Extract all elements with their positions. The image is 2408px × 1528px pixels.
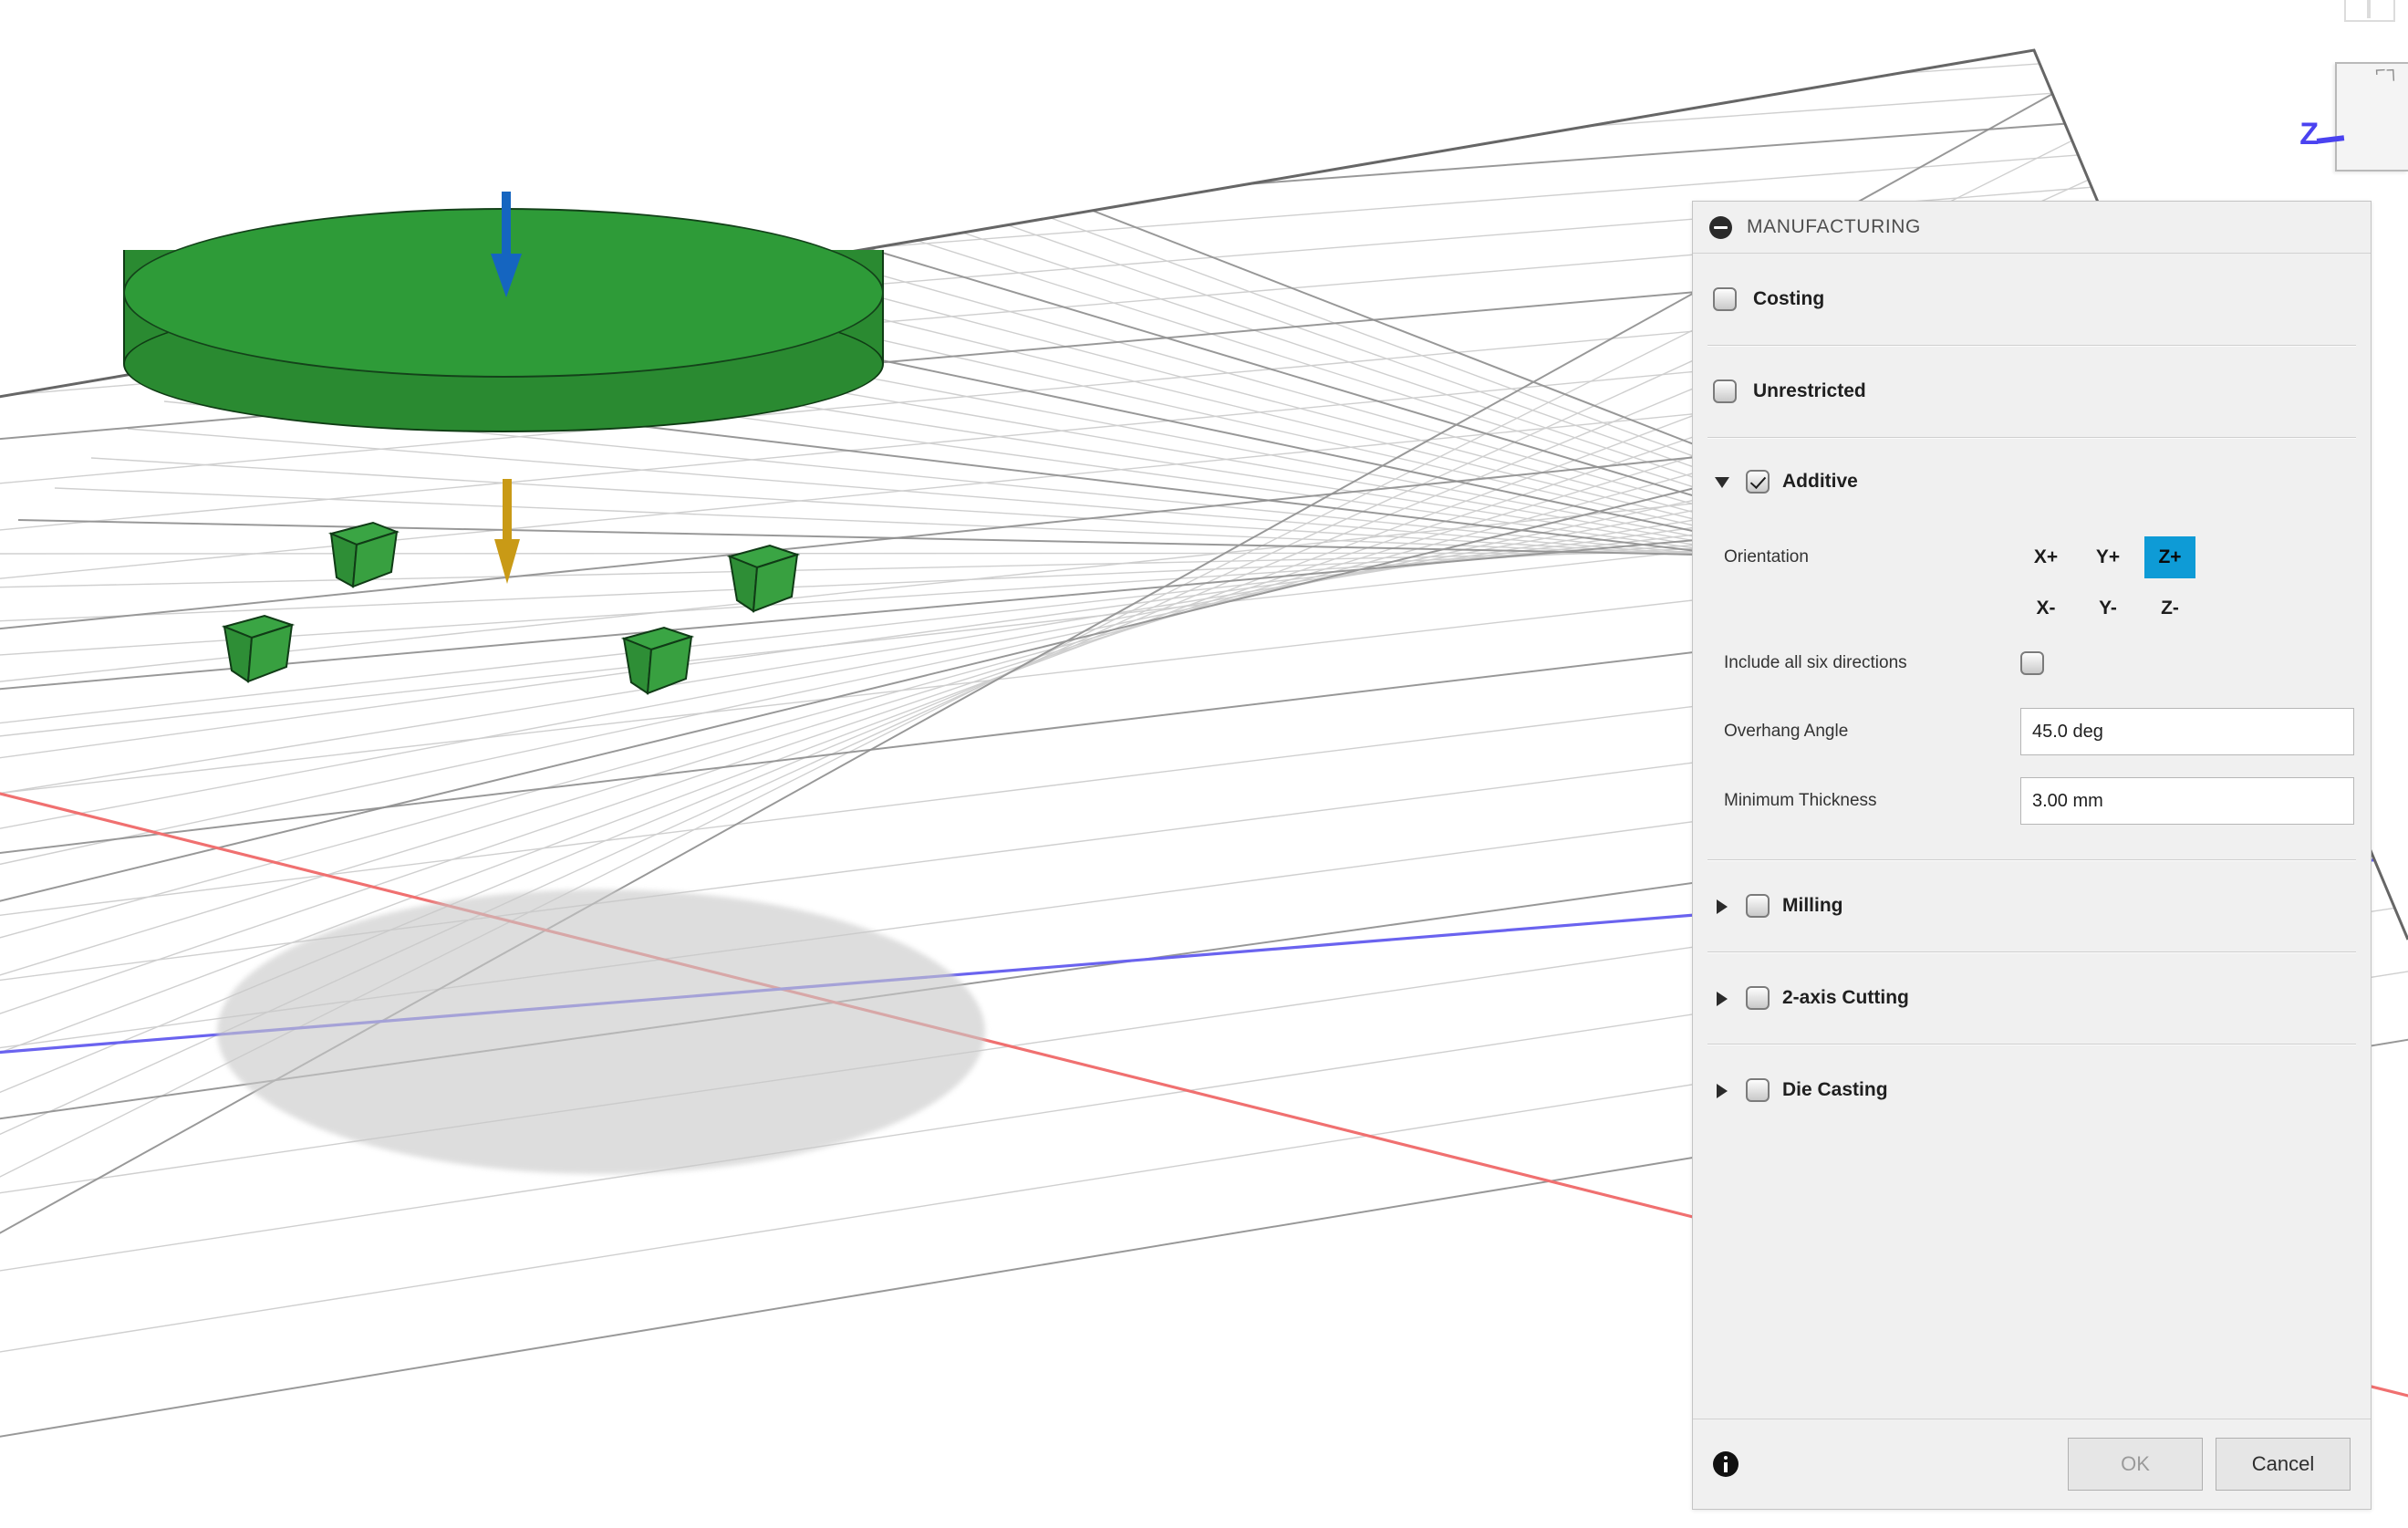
page-title: MANUFACTURING [1747,216,1921,237]
include-all-directions-label: Include all six directions [1724,653,1907,672]
window-control-stub [2344,0,2395,22]
section-additive[interactable]: Additive [1693,438,2371,525]
chevron-right-icon[interactable] [1713,988,1733,1008]
blue-direction-arrow[interactable] [486,192,526,301]
panel-body: Costing Unrestricted Additive Orientatio… [1693,254,2371,1419]
axis-z-label: Z [2299,117,2319,151]
orientation-button-z-plus[interactable]: Z+ [2144,536,2195,578]
section-costing[interactable]: Costing [1693,254,2371,345]
green-box-front-left[interactable] [217,607,304,693]
checkbox-die-casting[interactable] [1746,1078,1770,1102]
orientation-button-x-minus[interactable]: X- [2020,587,2071,629]
orientation-button-y-minus[interactable]: Y- [2082,587,2133,629]
row-orientation: Orientation X+ Y+ Z+ X- Y- Z- [1693,525,2371,629]
section-2axis-cutting[interactable]: 2-axis Cutting [1693,952,2371,1044]
chevron-right-icon[interactable] [1713,1080,1733,1100]
row-minimum-thickness: Minimum Thickness 3.00 mm [1693,766,2371,836]
minimum-thickness-label: Minimum Thickness [1724,791,1877,810]
model-drop-shadow [217,889,985,1174]
checkbox-costing[interactable] [1713,287,1737,311]
orientation-button-x-plus[interactable]: X+ [2020,536,2071,578]
panel-header[interactable]: MANUFACTURING [1693,202,2371,254]
green-box-back-left[interactable] [324,515,406,598]
orientation-row-negative: X- Y- Z- [2020,587,2195,629]
green-box-front-center[interactable] [617,618,703,705]
checkbox-milling[interactable] [1746,894,1770,918]
gold-direction-arrow[interactable] [487,479,527,588]
chevron-right-icon[interactable] [1713,896,1733,916]
view-cube-glyph: ⌐┐ [2374,59,2402,81]
overhang-angle-input[interactable]: 45.0 deg [2020,708,2354,755]
cancel-button[interactable]: Cancel [2216,1438,2351,1491]
section-additive-label: Additive [1782,471,1858,492]
checkbox-include-all-directions[interactable] [2020,651,2044,675]
section-unrestricted-label: Unrestricted [1753,380,1866,401]
green-box-right[interactable] [722,536,809,623]
ok-button[interactable]: OK [2068,1438,2203,1491]
section-milling-label: Milling [1782,895,1843,916]
orientation-button-grid: X+ Y+ Z+ X- Y- Z- [2020,536,2195,629]
section-costing-label: Costing [1753,288,1825,309]
chevron-down-icon[interactable] [1713,472,1733,492]
checkbox-additive[interactable] [1746,470,1770,494]
section-unrestricted[interactable]: Unrestricted [1693,346,2371,437]
section-die-casting[interactable]: Die Casting [1693,1045,2371,1136]
orientation-row-positive: X+ Y+ Z+ [2020,536,2195,578]
row-include-all-directions: Include all six directions [1693,629,2371,697]
section-milling[interactable]: Milling [1693,860,2371,951]
checkbox-unrestricted[interactable] [1713,379,1737,403]
manufacturing-panel: MANUFACTURING Costing Unrestricted Addit… [1692,201,2372,1510]
checkbox-2axis-cutting[interactable] [1746,986,1770,1010]
minimum-thickness-input[interactable]: 3.00 mm [2020,777,2354,825]
overhang-angle-label: Overhang Angle [1724,722,1849,741]
section-die-casting-label: Die Casting [1782,1079,1888,1100]
section-2axis-cutting-label: 2-axis Cutting [1782,987,1909,1008]
orientation-label: Orientation [1724,547,1809,567]
fusion-cad-window: ⌐┐ Z MANUFACTURING Costing Unrestricted [0,0,2408,1528]
orientation-button-y-plus[interactable]: Y+ [2082,536,2133,578]
info-circle-icon[interactable] [1713,1451,1739,1477]
row-overhang-angle: Overhang Angle 45.0 deg [1693,697,2371,766]
minus-circle-icon[interactable] [1709,215,1732,239]
orientation-button-z-minus[interactable]: Z- [2144,587,2195,629]
panel-footer: OK Cancel [1693,1419,2371,1509]
